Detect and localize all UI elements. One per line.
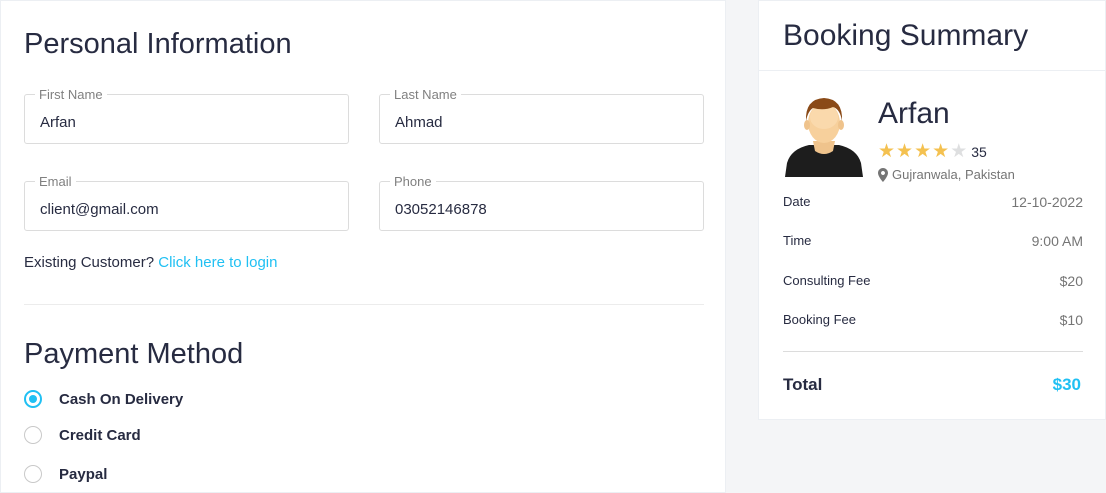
email-field[interactable]: Email client@gmail.com bbox=[24, 174, 349, 231]
total-label: Total bbox=[783, 375, 823, 394]
summary-divider bbox=[783, 351, 1083, 352]
row-label: Time bbox=[783, 233, 812, 248]
rating-stars: ★ ★ ★ ★ ★ 35 bbox=[878, 142, 987, 161]
first-name-label: First Name bbox=[35, 87, 107, 102]
first-name-field[interactable]: First Name Arfan bbox=[24, 87, 349, 144]
phone-label: Phone bbox=[390, 174, 436, 189]
doctor-name: Arfan bbox=[878, 97, 950, 130]
phone-field[interactable]: Phone 03052146878 bbox=[379, 174, 704, 231]
existing-customer-text: Existing Customer? Click here to login bbox=[24, 254, 277, 271]
row-label: Consulting Fee bbox=[783, 273, 871, 288]
summary-row-date: Date 12-10-2022 bbox=[783, 194, 1083, 210]
email-value: client@gmail.com bbox=[40, 201, 159, 218]
summary-row-booking-fee: Booking Fee $10 bbox=[783, 312, 1083, 328]
payment-option-credit-card[interactable]: Credit Card bbox=[24, 426, 141, 444]
total-value: $30 bbox=[1052, 375, 1081, 394]
payment-option-paypal[interactable]: Paypal bbox=[24, 465, 107, 483]
doctor-avatar bbox=[785, 98, 863, 177]
personal-info-title: Personal Information bbox=[24, 28, 292, 60]
summary-header: Booking Summary bbox=[759, 1, 1105, 71]
location-text: Gujranwala, Pakistan bbox=[892, 167, 1015, 182]
row-value: 9:00 AM bbox=[1031, 233, 1083, 249]
star-icon: ★ bbox=[896, 141, 914, 162]
payment-option-label: Paypal bbox=[59, 465, 108, 483]
row-value: $10 bbox=[1059, 312, 1083, 328]
star-icon: ★ bbox=[914, 141, 932, 162]
star-icon: ★ bbox=[878, 141, 896, 162]
last-name-label: Last Name bbox=[390, 87, 461, 102]
review-count: 35 bbox=[971, 143, 987, 160]
phone-value: 03052146878 bbox=[395, 201, 487, 218]
payment-option-cash[interactable]: Cash On Delivery bbox=[24, 390, 183, 408]
row-value: 12-10-2022 bbox=[1011, 194, 1083, 210]
radio-credit-card[interactable] bbox=[24, 426, 42, 444]
star-icon: ★ bbox=[932, 141, 950, 162]
radio-paypal[interactable] bbox=[24, 465, 42, 483]
payment-method-title: Payment Method bbox=[24, 338, 244, 370]
last-name-value: Ahmad bbox=[395, 114, 443, 131]
first-name-value: Arfan bbox=[40, 114, 76, 131]
booking-summary-title: Booking Summary bbox=[783, 19, 1029, 52]
row-label: Booking Fee bbox=[783, 312, 856, 327]
last-name-field[interactable]: Last Name Ahmad bbox=[379, 87, 704, 144]
doctor-location: Gujranwala, Pakistan bbox=[878, 167, 1015, 182]
row-label: Date bbox=[783, 194, 811, 209]
personal-information-card: Personal Information First Name Arfan La… bbox=[0, 0, 726, 493]
booking-summary-card: Booking Summary Arfan ★ ★ ★ ★ ★ 35 Gujra… bbox=[758, 0, 1106, 420]
login-link[interactable]: Click here to login bbox=[158, 254, 277, 271]
section-divider bbox=[24, 304, 704, 305]
summary-row-time: Time 9:00 AM bbox=[783, 233, 1083, 249]
row-value: $20 bbox=[1059, 273, 1083, 289]
star-empty-icon: ★ bbox=[950, 141, 968, 162]
summary-row-consulting-fee: Consulting Fee $20 bbox=[783, 273, 1083, 289]
payment-option-label: Credit Card bbox=[59, 426, 141, 444]
email-label: Email bbox=[35, 174, 76, 189]
map-marker-icon bbox=[878, 167, 888, 182]
radio-cash-on-delivery[interactable] bbox=[24, 390, 42, 408]
existing-customer-label: Existing Customer? bbox=[24, 254, 155, 271]
payment-option-label: Cash On Delivery bbox=[59, 390, 184, 408]
